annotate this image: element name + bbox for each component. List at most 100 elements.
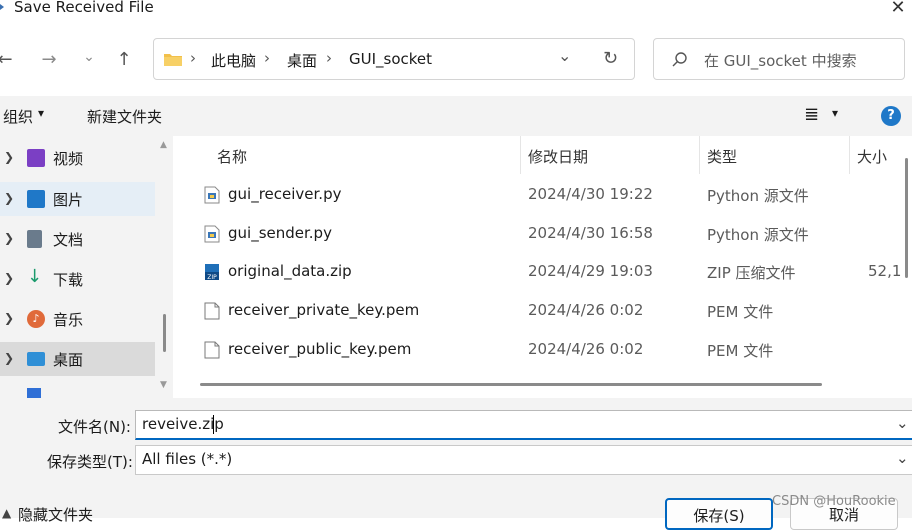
expand-chevron-icon[interactable]: ❯ [4, 271, 14, 285]
watermark: CSDN @HouRookie [772, 494, 896, 509]
scroll-down-icon[interactable]: ▼ [160, 380, 167, 390]
breadcrumb-separator: › [264, 49, 270, 67]
file-type: PEM 文件 [707, 342, 774, 360]
file-name[interactable]: gui_sender.py [228, 224, 332, 242]
expand-chevron-icon[interactable]: ❯ [4, 191, 14, 205]
sidebar-item-music[interactable]: ❯ ♪ 音乐 [0, 302, 155, 336]
sidebar-item-label: 视频 [53, 150, 84, 168]
table-row[interactable]: gui_receiver.py 2024/4/30 19:22 Python 源… [200, 176, 912, 214]
file-name[interactable]: gui_receiver.py [228, 185, 341, 203]
vertical-scroll-thumb[interactable] [905, 158, 908, 278]
column-header-type[interactable]: 类型 [707, 146, 737, 167]
search-icon [672, 52, 687, 67]
file-date: 2024/4/30 16:58 [528, 224, 653, 242]
column-divider[interactable] [699, 136, 700, 174]
file-list[interactable]: ^ 名称 修改日期 类型 大小 gui_receiver.py 2024/4/3… [173, 136, 912, 398]
sidebar-scroll-thumb[interactable] [163, 314, 166, 352]
recent-locations-button[interactable]: ⌄ [78, 46, 100, 68]
column-divider[interactable] [849, 136, 850, 174]
refresh-icon[interactable]: ↻ [603, 48, 618, 69]
filename-field[interactable]: reveive.zip ⌄ [135, 410, 912, 440]
blank-file-icon [204, 302, 220, 320]
file-name[interactable]: receiver_private_key.pem [228, 301, 419, 319]
python-file-icon [204, 186, 220, 204]
view-options-icon[interactable]: ≣ [804, 104, 819, 125]
organize-button[interactable]: 组织 [3, 106, 33, 127]
file-type: Python 源文件 [707, 226, 809, 244]
up-button[interactable]: ↑ [113, 49, 135, 71]
organize-caret-icon[interactable]: ▾ [38, 106, 44, 120]
file-type: Python 源文件 [707, 187, 809, 205]
table-row[interactable]: gui_sender.py 2024/4/30 16:58 Python 源文件 [200, 215, 912, 253]
text-cursor [213, 415, 214, 434]
sidebar-item-label: 音乐 [53, 311, 84, 329]
view-caret-icon[interactable]: ▾ [832, 106, 838, 120]
address-bar[interactable]: › 此电脑 › 桌面 › GUI_socket ⌄ ↻ [153, 38, 635, 80]
scroll-up-icon[interactable]: ▲ [160, 140, 167, 150]
search-box[interactable]: 在 GUI_socket 中搜索 [653, 38, 905, 80]
file-name[interactable]: receiver_public_key.pem [228, 340, 411, 358]
filename-dropdown-icon[interactable]: ⌄ [896, 414, 909, 432]
zip-file-icon: ZIP [205, 264, 219, 281]
sidebar-item-downloads[interactable]: ❯ ↓ 下载 [0, 262, 155, 296]
file-type: ZIP 压缩文件 [707, 264, 796, 282]
column-header-size[interactable]: 大小 [857, 146, 887, 167]
file-type: PEM 文件 [707, 303, 774, 321]
sidebar-scrollbar[interactable]: ▲ ▼ [157, 136, 173, 398]
file-date: 2024/4/30 19:22 [528, 185, 653, 203]
filetype-label: 保存类型(T): [47, 453, 133, 471]
save-button[interactable]: 保存(S) [665, 498, 773, 530]
folder-icon [164, 54, 182, 66]
close-button[interactable]: ✕ [884, 0, 912, 20]
search-input[interactable]: 在 GUI_socket 中搜索 [704, 50, 857, 71]
svg-text:ZIP: ZIP [207, 274, 217, 281]
partial-item-icon [27, 388, 41, 398]
new-folder-button[interactable]: 新建文件夹 [87, 106, 162, 127]
column-header-date[interactable]: 修改日期 [528, 146, 588, 167]
filetype-value[interactable]: All files (*.*) [142, 450, 232, 468]
filetype-select[interactable]: All files (*.*) ⌄ [135, 445, 912, 475]
help-icon[interactable]: ? [881, 106, 901, 126]
breadcrumb-separator: › [190, 49, 196, 67]
expand-chevron-icon[interactable]: ❯ [4, 231, 14, 245]
sidebar-item-label: 桌面 [53, 351, 84, 369]
breadcrumb-gui-socket[interactable]: GUI_socket [349, 50, 432, 68]
python-file-icon [204, 225, 220, 243]
pictures-icon [27, 190, 45, 208]
expand-chevron-icon[interactable]: ❯ [4, 150, 14, 164]
forward-button[interactable]: → [38, 49, 60, 71]
expand-chevron-icon[interactable]: ❯ [4, 351, 14, 365]
documents-icon [27, 230, 42, 248]
sidebar-item-label: 图片 [53, 191, 84, 209]
filename-input[interactable]: reveive.zip [142, 415, 224, 433]
breadcrumb-desktop[interactable]: 桌面 [287, 50, 317, 71]
breadcrumb-separator: › [326, 49, 332, 67]
sidebar-item-desktop[interactable]: ❯ 桌面 [0, 342, 155, 376]
sidebar-item-label: 下载 [53, 271, 84, 289]
file-date: 2024/4/26 0:02 [528, 301, 644, 319]
sidebar-item-videos[interactable]: ❯ 视频 [0, 141, 155, 175]
sidebar-item-documents[interactable]: ❯ 文档 [0, 222, 155, 256]
desktop-icon [27, 352, 45, 366]
file-date: 2024/4/29 19:03 [528, 262, 653, 280]
table-row[interactable]: receiver_private_key.pem 2024/4/26 0:02 … [200, 292, 912, 330]
back-button[interactable]: ← [0, 49, 16, 71]
window-title: Save Received File [14, 0, 154, 16]
sort-indicator-icon: ^ [358, 136, 369, 145]
navigation-pane[interactable]: ❯ 视频 ❯ 图片 ❯ 文档 ❯ ↓ 下载 ❯ ♪ 音乐 ❯ 桌面 [0, 136, 173, 398]
blank-file-icon [204, 341, 220, 359]
downloads-icon: ↓ [27, 266, 43, 287]
filetype-dropdown-icon[interactable]: ⌄ [896, 449, 909, 467]
expand-chevron-icon[interactable]: ❯ [4, 311, 14, 325]
table-row[interactable]: receiver_public_key.pem 2024/4/26 0:02 P… [200, 331, 912, 369]
file-name[interactable]: original_data.zip [228, 262, 352, 280]
sidebar-item-pictures[interactable]: ❯ 图片 [0, 182, 155, 216]
column-header-name[interactable]: 名称 [217, 146, 247, 167]
app-icon [0, 4, 4, 10]
column-divider[interactable] [520, 136, 521, 174]
address-dropdown-icon[interactable]: ⌄ [558, 46, 571, 65]
hide-folders-toggle[interactable]: 隐藏文件夹 [18, 504, 93, 525]
breadcrumb-this-pc[interactable]: 此电脑 [211, 50, 256, 71]
table-row[interactable]: ZIP original_data.zip 2024/4/29 19:03 ZI… [200, 253, 912, 291]
horizontal-scroll-thumb[interactable] [200, 383, 822, 386]
